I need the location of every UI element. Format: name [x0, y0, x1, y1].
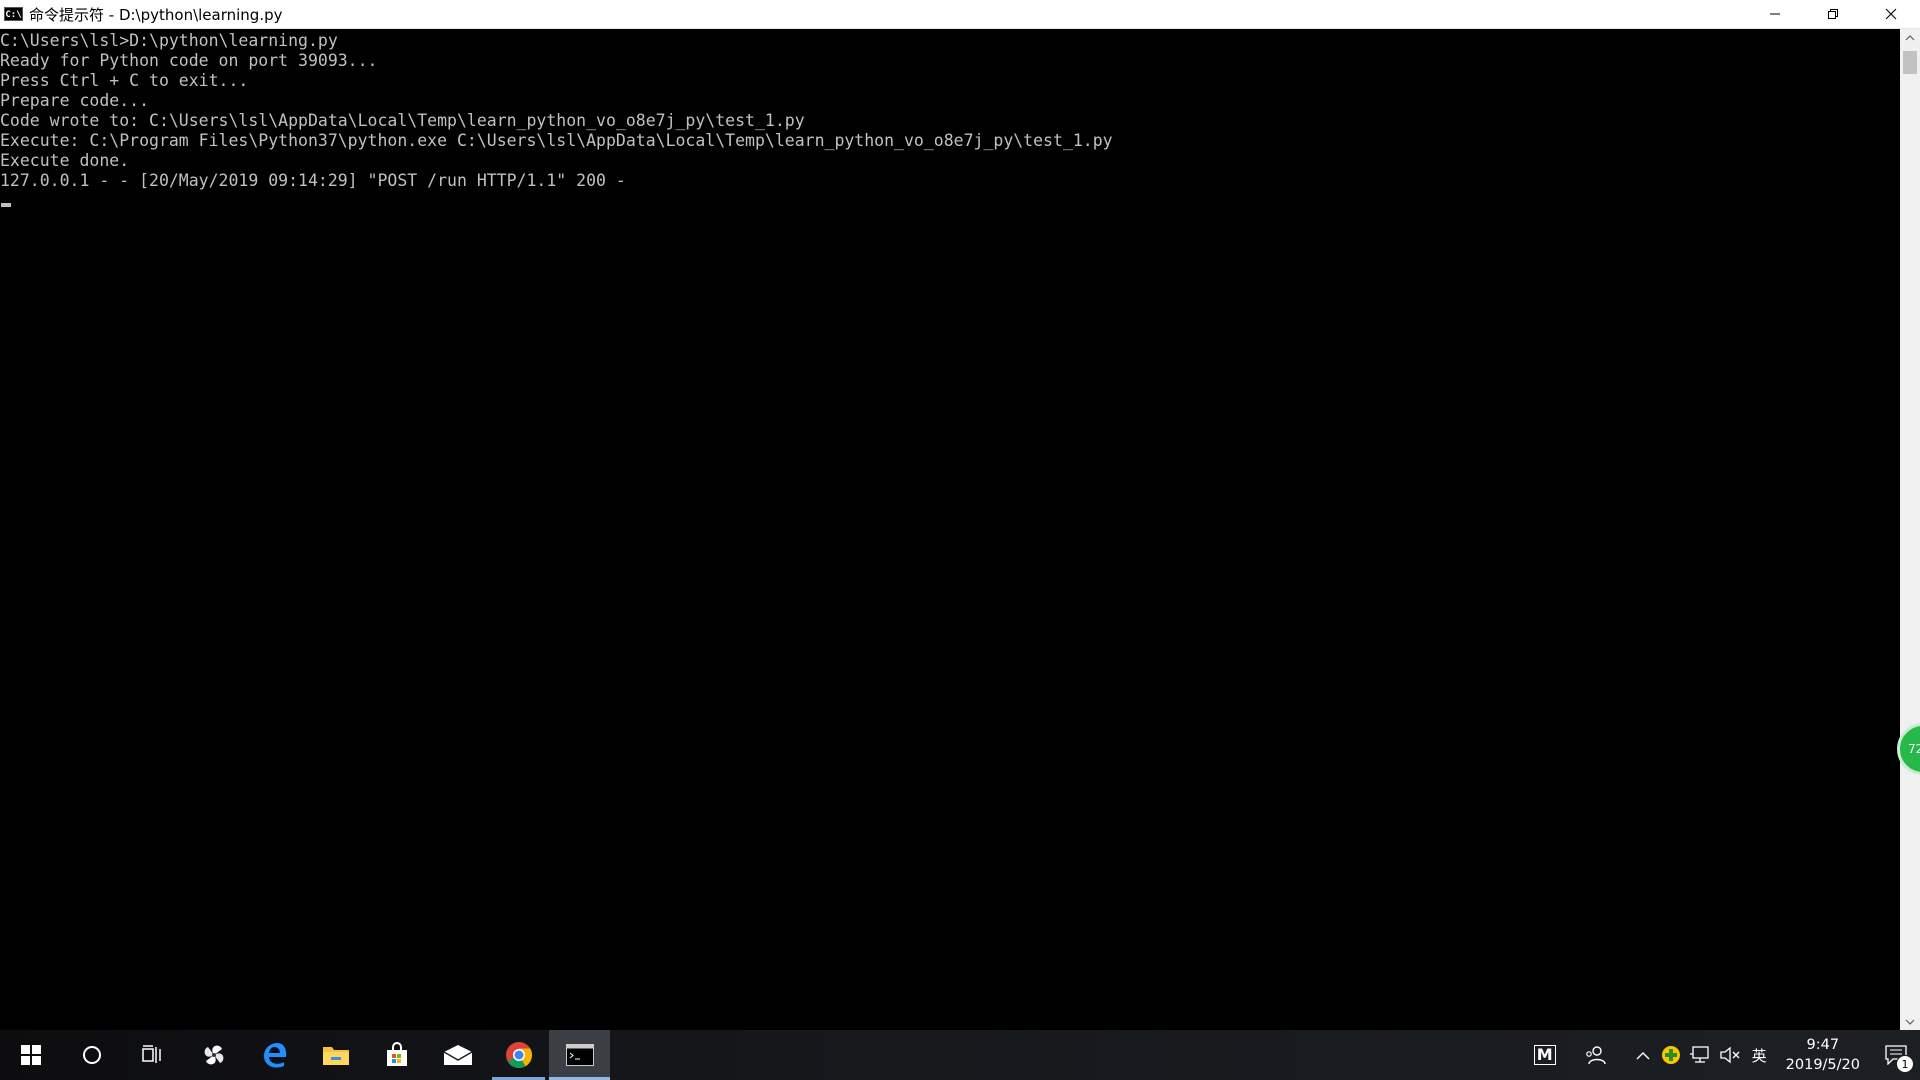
network-icon — [1689, 1046, 1709, 1063]
taskbar-app-pinwheel[interactable] — [183, 1030, 244, 1080]
tray-app-plus[interactable] — [1657, 1030, 1685, 1080]
action-center-button[interactable]: 1 — [1872, 1030, 1920, 1080]
taskbar-app-store[interactable] — [366, 1030, 427, 1080]
people-icon — [1585, 1046, 1606, 1065]
close-icon — [1885, 8, 1897, 20]
folder-icon — [322, 1047, 349, 1065]
minimize-icon — [1770, 13, 1780, 15]
tray-network-icon-button[interactable] — [1685, 1030, 1715, 1080]
console-line: C:\Users\lsl>D:\python\learning.py — [0, 31, 338, 50]
console-line: Execute: C:\Program Files\Python37\pytho… — [0, 131, 1113, 150]
scroll-down-button[interactable] — [1900, 1013, 1920, 1030]
mail-envelope-icon — [443, 1045, 472, 1065]
store-bag-icon — [386, 1042, 407, 1066]
window-titlebar[interactable]: C:\ 命令提示符 - D:\python\learning.py — [0, 0, 1920, 29]
taskbar-app-mail[interactable] — [427, 1030, 488, 1080]
chrome-icon — [505, 1042, 532, 1069]
pinwheel-icon — [204, 1045, 223, 1065]
clock-time: 9:47 — [1806, 1037, 1840, 1053]
task-view-icon — [141, 1045, 161, 1063]
tray-m-app[interactable]: M — [1527, 1030, 1563, 1080]
desktop-screen: C:\ 命令提示符 - D:\python\learning.py C:\Use… — [0, 0, 1920, 1080]
restore-icon — [1828, 9, 1838, 19]
taskbar-app-chrome[interactable] — [488, 1030, 549, 1080]
window-title: 命令提示符 - D:\python\learning.py — [29, 5, 283, 24]
cortana-circle-icon — [82, 1046, 101, 1064]
chevron-up-icon — [1905, 34, 1915, 40]
m-app-icon: M — [1533, 1045, 1556, 1065]
clock-date: 2019/5/20 — [1785, 1057, 1860, 1073]
console-line: Code wrote to: C:\Users\lsl\AppData\Loca… — [0, 111, 805, 130]
windows-logo-icon — [20, 1045, 41, 1065]
floating-widget-text: 72 — [1908, 742, 1920, 756]
text-cursor — [1, 203, 11, 207]
taskbar-clock[interactable]: 9:47 2019/5/20 — [1774, 1030, 1872, 1080]
vertical-scrollbar[interactable] — [1900, 29, 1920, 1030]
restore-button[interactable] — [1804, 0, 1862, 29]
console-line: 127.0.0.1 - - [20/May/2019 09:14:29] "PO… — [0, 171, 626, 190]
notification-count-badge: 1 — [1896, 1055, 1914, 1073]
scroll-up-button[interactable] — [1900, 29, 1920, 46]
chevron-down-icon — [1905, 1019, 1915, 1025]
console-line: Ready for Python code on port 39093... — [0, 51, 378, 70]
chevron-up-icon — [1636, 1051, 1650, 1059]
console-line: Prepare code... — [0, 91, 150, 110]
console-line: Execute done. — [0, 151, 130, 170]
taskbar-app-edge[interactable] — [244, 1030, 305, 1080]
task-view-button[interactable] — [122, 1030, 183, 1080]
cmd-app-icon[interactable]: C:\ — [4, 7, 23, 21]
console-output[interactable]: C:\Users\lsl>D:\python\learning.py Ready… — [0, 29, 1900, 1030]
console-line: Press Ctrl + C to exit... — [0, 71, 249, 90]
tray-show-hidden-icons[interactable] — [1629, 1030, 1657, 1080]
taskbar-app-cmd[interactable] — [549, 1030, 610, 1080]
taskbar-app-file-explorer[interactable] — [305, 1030, 366, 1080]
tray-input-method[interactable]: 英 — [1745, 1030, 1774, 1080]
scroll-thumb[interactable] — [1903, 51, 1917, 74]
volume-muted-icon — [1719, 1046, 1740, 1064]
cortana-search-button[interactable] — [61, 1030, 122, 1080]
tray-people-button[interactable] — [1563, 1030, 1629, 1080]
close-button[interactable] — [1862, 0, 1920, 29]
cmd-prompt-icon — [565, 1044, 594, 1066]
plus-circle-icon — [1661, 1046, 1680, 1064]
tray-volume-button[interactable] — [1715, 1030, 1745, 1080]
taskbar: M 英 9:47 2019/5/20 1 — [0, 1030, 1920, 1080]
edge-e-icon — [263, 1043, 286, 1068]
minimize-button[interactable] — [1746, 0, 1804, 29]
start-button[interactable] — [0, 1030, 61, 1080]
